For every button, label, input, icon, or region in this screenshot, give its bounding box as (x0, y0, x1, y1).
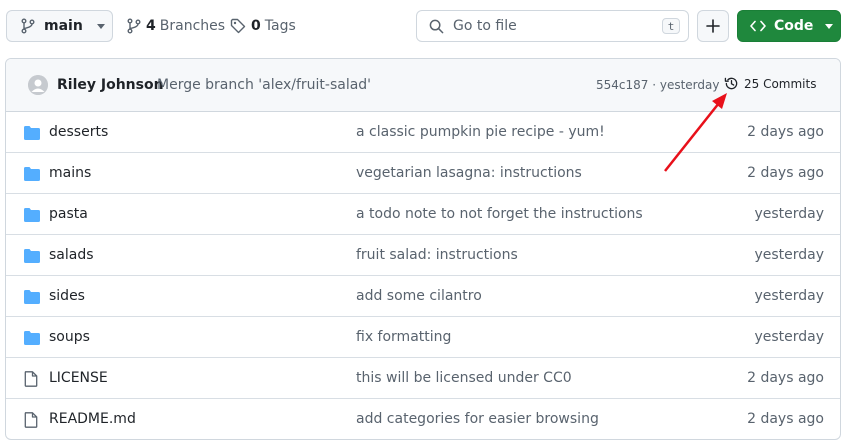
folder-icon-wrap (24, 125, 40, 144)
file-name[interactable]: README.md (49, 411, 136, 427)
file-name[interactable]: LICENSE (49, 370, 108, 386)
caret-down-icon (96, 23, 105, 29)
git-branch-icon (21, 18, 35, 34)
go-to-file-input[interactable]: Go to file t (416, 10, 689, 42)
branches-label: Branches (159, 18, 226, 34)
file-icon-wrap (24, 412, 38, 432)
file-name[interactable]: soups (49, 329, 90, 345)
branches-count: 4 (146, 18, 156, 34)
file-name[interactable]: mains (49, 165, 91, 181)
file-name[interactable]: pasta (49, 206, 88, 222)
file-commit-message[interactable]: this will be licensed under CC0 (356, 370, 572, 386)
file-commit-date: yesterday (754, 206, 824, 222)
file-commit-message[interactable]: fruit salad: instructions (356, 247, 518, 263)
branches-link[interactable]: 4 Branches (127, 10, 225, 42)
user-avatar-icon (28, 75, 48, 95)
file-commit-message[interactable]: vegetarian lasagna: instructions (356, 165, 582, 181)
file-commit-date: yesterday (754, 288, 824, 304)
branch-name: main (44, 18, 83, 34)
file-name[interactable]: sides (49, 288, 85, 304)
file-row[interactable]: sides add some cilantro yesterday (6, 276, 840, 317)
branch-selector-button[interactable]: main (6, 10, 113, 42)
file-commit-date: 2 days ago (747, 165, 824, 181)
folder-icon (24, 290, 40, 304)
tags-label: Tags (264, 18, 296, 34)
file-row[interactable]: desserts a classic pumpkin pie recipe - y… (6, 112, 840, 153)
commits-count-label: 25 Commits (744, 76, 817, 91)
file-commit-message[interactable]: add categories for easier browsing (356, 411, 599, 427)
code-button[interactable]: Code (737, 10, 841, 42)
plus-icon (706, 19, 720, 33)
file-icon (24, 371, 38, 387)
folder-icon (24, 331, 40, 345)
commit-hash-time[interactable]: 554c187 · yesterday (596, 78, 719, 92)
file-name[interactable]: salads (49, 247, 94, 263)
file-commit-message[interactable]: a classic pumpkin pie recipe - yum! (356, 124, 605, 140)
file-icon-wrap (24, 371, 38, 391)
search-placeholder: Go to file (453, 18, 517, 34)
folder-icon-wrap (24, 248, 40, 267)
file-commit-message[interactable]: fix formatting (356, 329, 451, 345)
code-button-label: Code (774, 18, 814, 34)
latest-commit-bar: Riley Johnson Merge branch 'alex/fruit-s… (6, 59, 840, 112)
caret-down-icon (825, 23, 834, 29)
file-name[interactable]: desserts (49, 124, 108, 140)
file-list: desserts a classic pumpkin pie recipe - y… (6, 112, 840, 439)
file-row[interactable]: README.md add categories for easier brows… (6, 399, 840, 439)
folder-icon-wrap (24, 330, 40, 349)
history-icon (724, 77, 738, 90)
commit-message[interactable]: Merge branch 'alex/fruit-salad' (157, 77, 371, 93)
file-commit-date: yesterday (754, 329, 824, 345)
repo-toolbar: main 4 Branches 0 Tags Go to file t Code (0, 0, 851, 52)
file-commit-date: yesterday (754, 247, 824, 263)
tags-link[interactable]: 0 Tags (230, 10, 296, 42)
folder-icon (24, 249, 40, 263)
code-icon (750, 20, 766, 32)
folder-icon-wrap (24, 289, 40, 308)
commits-history-link[interactable]: 25 Commits (724, 76, 816, 91)
file-row[interactable]: soups fix formatting yesterday (6, 317, 840, 358)
file-commit-date: 2 days ago (747, 370, 824, 386)
commit-author[interactable]: Riley Johnson (57, 77, 164, 93)
git-branch-icon (127, 18, 141, 34)
folder-icon (24, 208, 40, 222)
file-row[interactable]: mains vegetarian lasagna: instructions 2 d… (6, 153, 840, 194)
search-shortcut-key: t (662, 18, 680, 34)
file-commit-date: 2 days ago (747, 124, 824, 140)
file-row[interactable]: LICENSE this will be licensed under CC0 2 … (6, 358, 840, 399)
file-commit-date: 2 days ago (747, 411, 824, 427)
folder-icon-wrap (24, 207, 40, 226)
file-commit-message[interactable]: a todo note to not forget the instructio… (356, 206, 643, 222)
avatar[interactable] (28, 75, 48, 95)
tag-icon (230, 18, 246, 34)
folder-icon (24, 126, 40, 140)
tags-count: 0 (251, 18, 261, 34)
folder-icon (24, 167, 40, 181)
file-commit-message[interactable]: add some cilantro (356, 288, 482, 304)
file-row[interactable]: pasta a todo note to not forget the instr… (6, 194, 840, 235)
folder-icon-wrap (24, 166, 40, 185)
search-icon (429, 19, 444, 33)
file-row[interactable]: salads fruit salad: instructions yesterday (6, 235, 840, 276)
file-icon (24, 412, 38, 428)
add-file-button[interactable] (697, 10, 729, 42)
file-table: Riley Johnson Merge branch 'alex/fruit-s… (5, 58, 841, 440)
